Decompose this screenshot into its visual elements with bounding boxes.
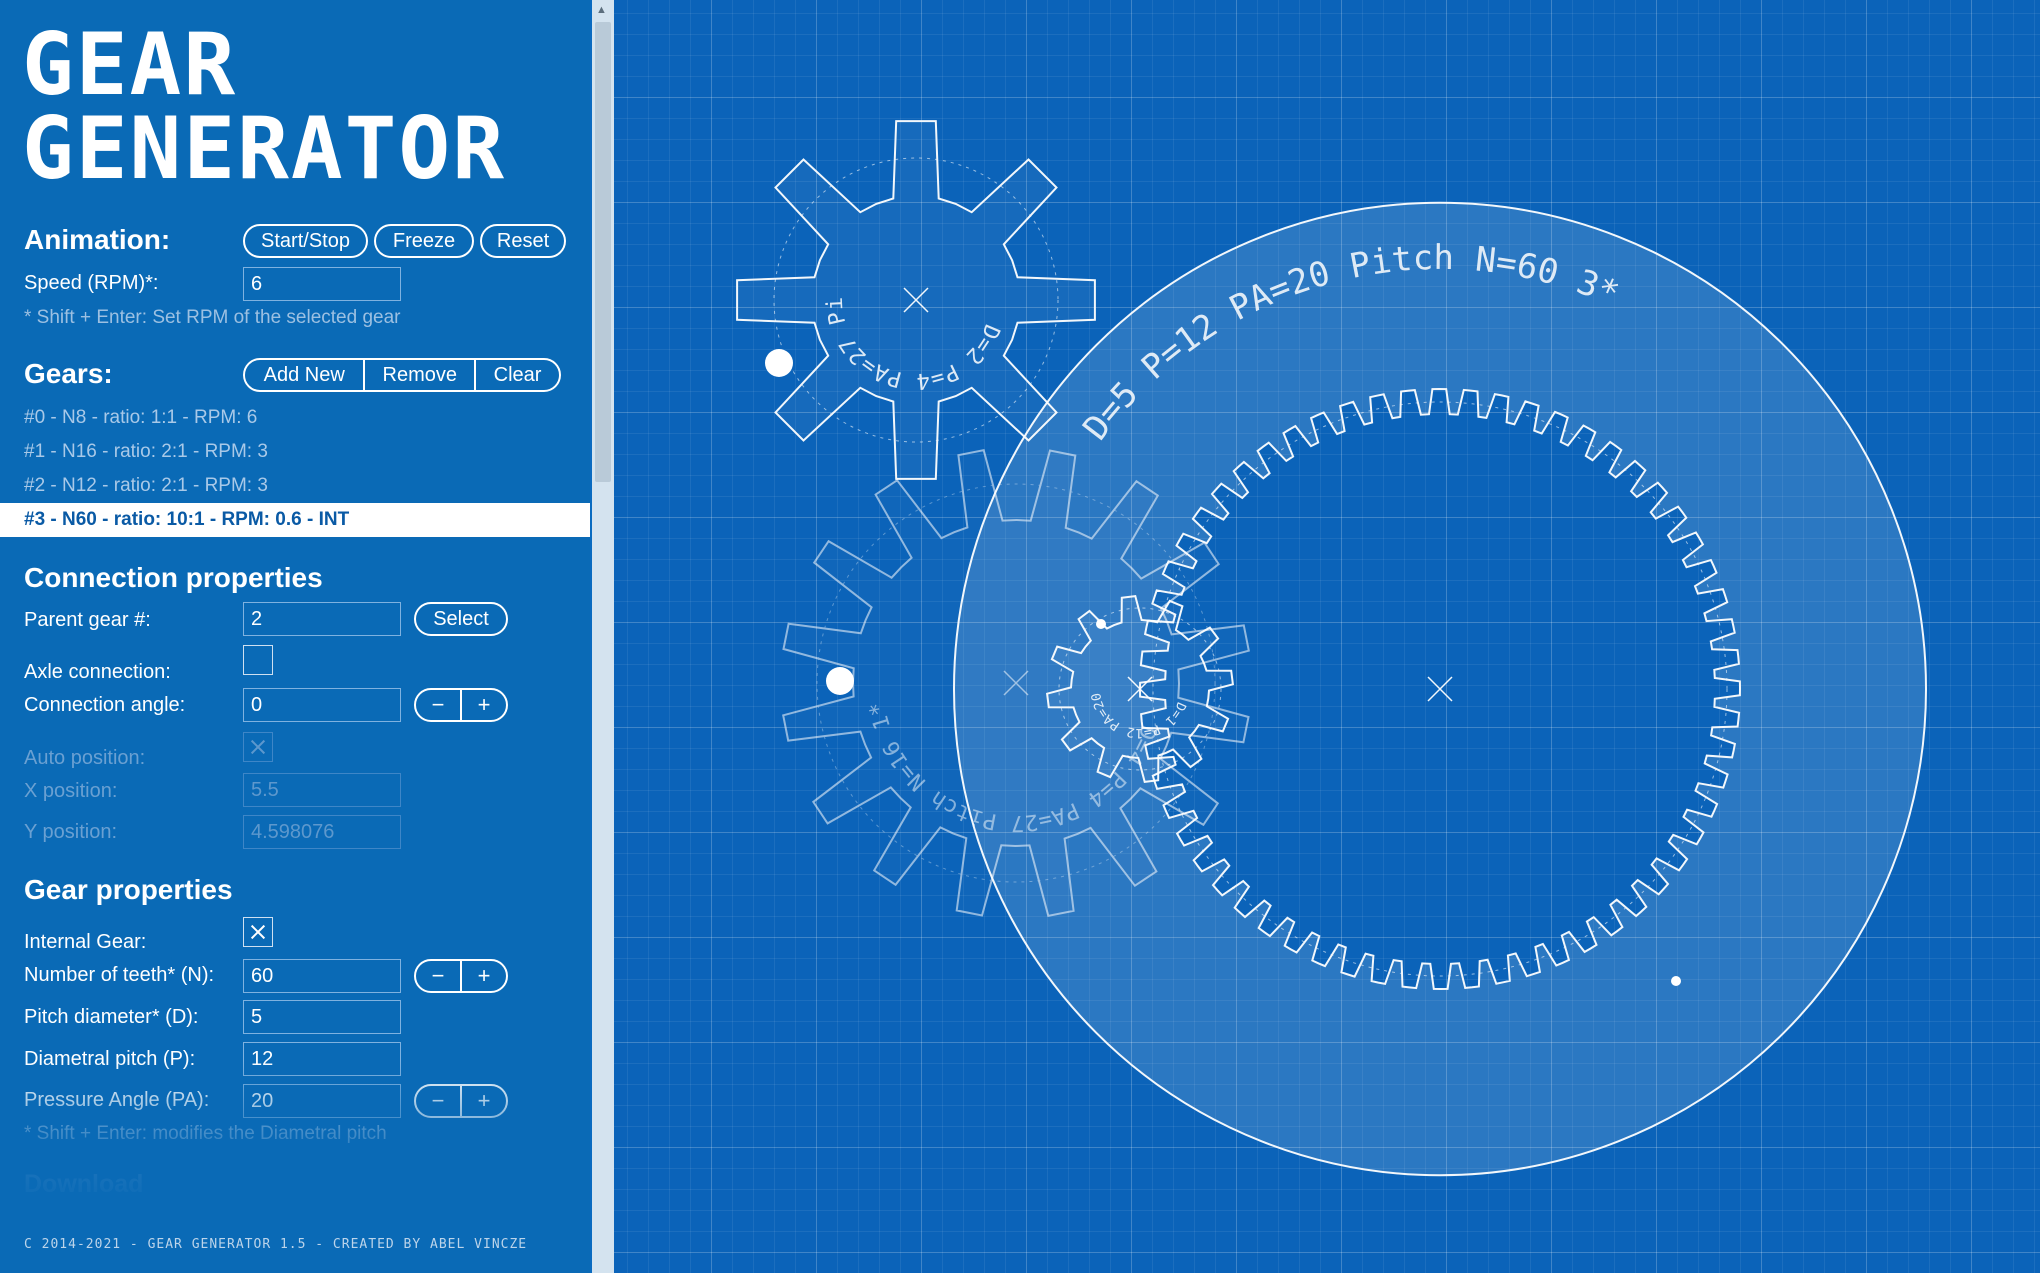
sidebar: GEAR GENERATOR Animation: Start/Stop Fre… xyxy=(0,0,590,1273)
angle-increment-button[interactable]: + xyxy=(460,690,506,720)
remove-gear-button[interactable]: Remove xyxy=(363,360,474,390)
app-title-line2: GENERATOR xyxy=(22,99,506,199)
add-gear-button[interactable]: Add New xyxy=(245,360,363,390)
auto-position-checkbox xyxy=(243,732,273,762)
gear-list-item[interactable]: #0 - N8 - ratio: 1:1 - RPM: 6 xyxy=(0,401,590,435)
scrollbar-thumb[interactable] xyxy=(595,22,611,482)
parent-gear-input[interactable]: 2 xyxy=(243,602,401,636)
connection-angle-input[interactable]: 0 xyxy=(243,688,401,722)
pa-increment-button[interactable]: + xyxy=(460,1086,506,1116)
parent-gear-label: Parent gear #: xyxy=(24,609,151,631)
gear-0[interactable]: D=2 P=4 PA=27 Pitch N=8 0* xyxy=(614,0,1096,480)
gear-list-item[interactable]: #1 - N16 - ratio: 2:1 - RPM: 3 xyxy=(0,435,590,469)
gear-properties-heading: Gear properties xyxy=(24,874,233,905)
app-title-line1: GEAR xyxy=(22,15,238,115)
connection-angle-label: Connection angle: xyxy=(24,694,186,716)
gear-marker-dot xyxy=(826,667,854,695)
gears-heading: Gears: xyxy=(24,358,113,389)
freeze-button[interactable]: Freeze xyxy=(374,224,474,258)
speed-note: * Shift + Enter: Set RPM of the selected… xyxy=(24,307,401,328)
select-parent-button[interactable]: Select xyxy=(414,602,508,636)
gear-canvas[interactable]: D=2 P=4 PA=27 Pitch N=8 0*D=4 P=4 PA=27 … xyxy=(614,0,2040,1273)
speed-label: Speed (RPM)*: xyxy=(24,272,159,294)
angle-decrement-button[interactable]: − xyxy=(416,690,460,720)
pressure-angle-label: Pressure Angle (PA): xyxy=(24,1089,210,1111)
sidebar-scrollbar[interactable]: ▲ xyxy=(592,0,614,1273)
teeth-label: Number of teeth* (N): xyxy=(24,964,215,986)
teeth-stepper: − + xyxy=(414,959,508,993)
gear-list-item-selected[interactable]: #3 - N60 - ratio: 10:1 - RPM: 0.6 - INT xyxy=(0,503,590,537)
auto-position-label: Auto position: xyxy=(24,747,146,769)
diametral-pitch-input[interactable]: 12 xyxy=(243,1042,401,1076)
gear-3[interactable]: D=5 P=12 PA=20 Pitch N=60 3* xyxy=(953,202,1928,1176)
download-button[interactable]: Download xyxy=(24,1170,143,1199)
teeth-input[interactable]: 60 xyxy=(243,959,401,993)
x-position-label: X position: xyxy=(24,780,118,802)
pa-note: * Shift + Enter: modifies the Diametral … xyxy=(24,1123,387,1144)
reset-button[interactable]: Reset xyxy=(480,224,566,258)
speed-input[interactable]: 6 xyxy=(243,267,401,301)
internal-gear-checkbox[interactable] xyxy=(243,917,273,947)
gear-marker-dot xyxy=(1671,976,1681,986)
y-position-input: 4.598076 xyxy=(243,815,401,849)
teeth-decrement-button[interactable]: − xyxy=(416,961,460,991)
teeth-increment-button[interactable]: + xyxy=(460,961,506,991)
axle-connection-label: Axle connection: xyxy=(24,661,171,683)
start-stop-button[interactable]: Start/Stop xyxy=(243,224,368,258)
clear-gears-button[interactable]: Clear xyxy=(474,360,559,390)
internal-gear-label: Internal Gear: xyxy=(24,931,147,953)
gear-list-item[interactable]: #2 - N12 - ratio: 2:1 - RPM: 3 xyxy=(0,469,590,503)
footer-credits: C 2014-2021 - GEAR GENERATOR 1.5 - CREAT… xyxy=(24,1237,528,1252)
x-position-input: 5.5 xyxy=(243,773,401,807)
pressure-angle-input[interactable]: 20 xyxy=(243,1084,401,1118)
axle-connection-checkbox[interactable] xyxy=(243,645,273,675)
gear-center-mark xyxy=(1427,676,1453,702)
pitch-diameter-input[interactable]: 5 xyxy=(243,1000,401,1034)
animation-heading: Animation: xyxy=(24,224,171,255)
gear-marker-dot xyxy=(1096,619,1106,629)
pa-decrement-button[interactable]: − xyxy=(416,1086,460,1116)
scroll-up-arrow-icon[interactable]: ▲ xyxy=(596,3,607,17)
pressure-angle-stepper: − + xyxy=(414,1084,508,1118)
pitch-diameter-label: Pitch diameter* (D): xyxy=(24,1006,199,1028)
gear-marker-dot xyxy=(765,349,793,377)
diametral-pitch-label: Diametral pitch (P): xyxy=(24,1048,196,1070)
connection-angle-stepper: − + xyxy=(414,688,508,722)
gear-drawing[interactable]: D=2 P=4 PA=27 Pitch N=8 0*D=4 P=4 PA=27 … xyxy=(614,0,2040,1273)
y-position-label: Y position: xyxy=(24,821,118,843)
gears-button-group: Add New Remove Clear xyxy=(243,358,561,392)
connection-heading: Connection properties xyxy=(24,562,323,593)
